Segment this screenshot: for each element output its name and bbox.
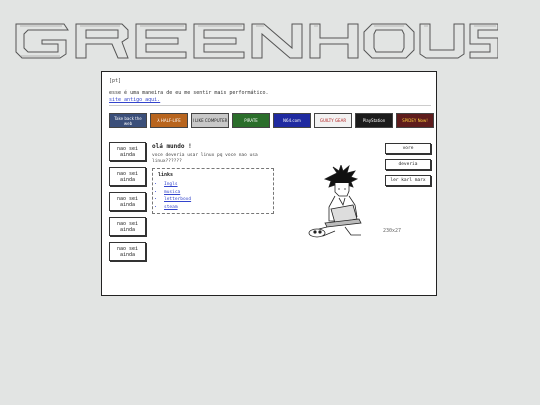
badge-spidey[interactable]: SPIDEY Now! (396, 113, 434, 128)
sidebar-item-1[interactable]: nao sei ainda (109, 142, 146, 161)
character-illustration (308, 165, 362, 238)
greenhouse-logo (15, 23, 498, 59)
old-site-link[interactable]: site antigo aqui. (109, 97, 160, 103)
right-button-ler-karl-marx[interactable]: ler karl marx (385, 175, 431, 186)
intro-text: esse é uma maneira de eu me sentir mais … (109, 90, 269, 104)
link-item[interactable]: Ingls (164, 181, 268, 189)
sidebar-item-2[interactable]: nao sei ainda (109, 167, 146, 186)
badge-i-like-computer[interactable]: I LIKE COMPUTER (191, 113, 229, 128)
badge-playstation[interactable]: PlayStation (355, 113, 393, 128)
sidebar-item-4[interactable]: nao sei ainda (109, 217, 146, 236)
links-list: Ingls musica letterboxd steam (164, 181, 268, 211)
language-tag[interactable]: [pt] (109, 78, 121, 84)
badge-guilty-gear[interactable]: GUILTY GEAR (314, 113, 352, 128)
badge-pirate[interactable]: PIRATE (232, 113, 270, 128)
intro-line: esse é uma maneira de eu me sentir mais … (109, 90, 269, 96)
links-box: links Ingls musica letterboxd steam (152, 168, 274, 214)
right-button-deveria[interactable]: deveria (385, 159, 431, 170)
sidebar-item-3[interactable]: nao sei ainda (109, 192, 146, 211)
links-title: links (158, 172, 174, 178)
page-panel: [pt] esse é uma maneira de eu me sentir … (101, 71, 437, 296)
sidebar: nao sei ainda nao sei ainda nao sei aind… (109, 142, 146, 261)
right-button-vore[interactable]: vore (385, 143, 431, 154)
link-item[interactable]: musica (164, 189, 268, 197)
badge-half-life[interactable]: λ HALF-LIFE (150, 113, 188, 128)
badge-take-back-the-web[interactable]: Take back the web (109, 113, 147, 128)
badge-n64[interactable]: N64.com (273, 113, 311, 128)
main-text: voce deveria usar linux pq voce nao usa … (152, 153, 258, 164)
image-caption: 230x27 (383, 228, 402, 234)
divider (109, 105, 431, 106)
link-item[interactable]: letterboxd (164, 196, 268, 204)
right-buttons: vore deveria ler karl marx (385, 143, 431, 186)
sidebar-item-5[interactable]: nao sei ainda (109, 242, 146, 261)
main-title: olá mundo ! (152, 143, 192, 150)
link-item[interactable]: steam (164, 204, 268, 212)
button-strip: Take back the web λ HALF-LIFE I LIKE COM… (109, 113, 434, 128)
